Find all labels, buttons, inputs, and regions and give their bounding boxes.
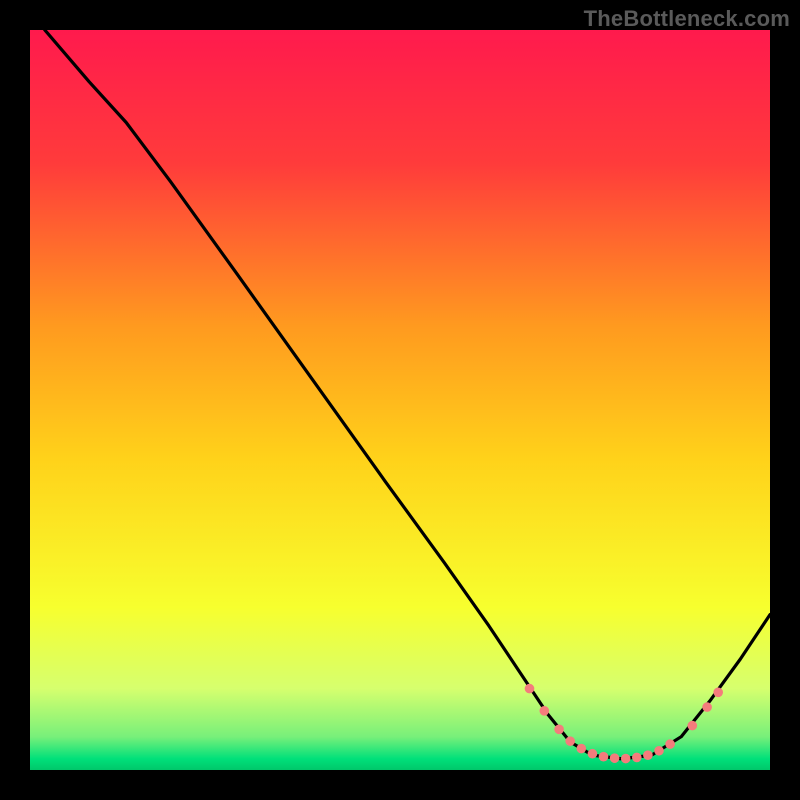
data-marker xyxy=(687,721,697,731)
data-marker xyxy=(632,753,642,763)
data-marker xyxy=(599,752,609,762)
data-marker xyxy=(610,753,620,763)
plot-area xyxy=(30,30,770,770)
data-marker xyxy=(621,754,631,764)
data-marker xyxy=(576,744,586,754)
chart-stage: TheBottleneck.com xyxy=(0,0,800,800)
attribution-label: TheBottleneck.com xyxy=(584,6,790,32)
data-marker xyxy=(702,702,712,712)
data-marker xyxy=(554,724,564,734)
data-marker xyxy=(654,746,664,756)
data-marker xyxy=(539,706,549,716)
data-marker xyxy=(643,750,653,760)
data-marker xyxy=(525,684,535,694)
data-marker xyxy=(565,736,575,746)
data-marker xyxy=(588,749,598,759)
data-marker xyxy=(713,687,723,697)
chart-svg xyxy=(30,30,770,770)
data-marker xyxy=(665,739,675,749)
